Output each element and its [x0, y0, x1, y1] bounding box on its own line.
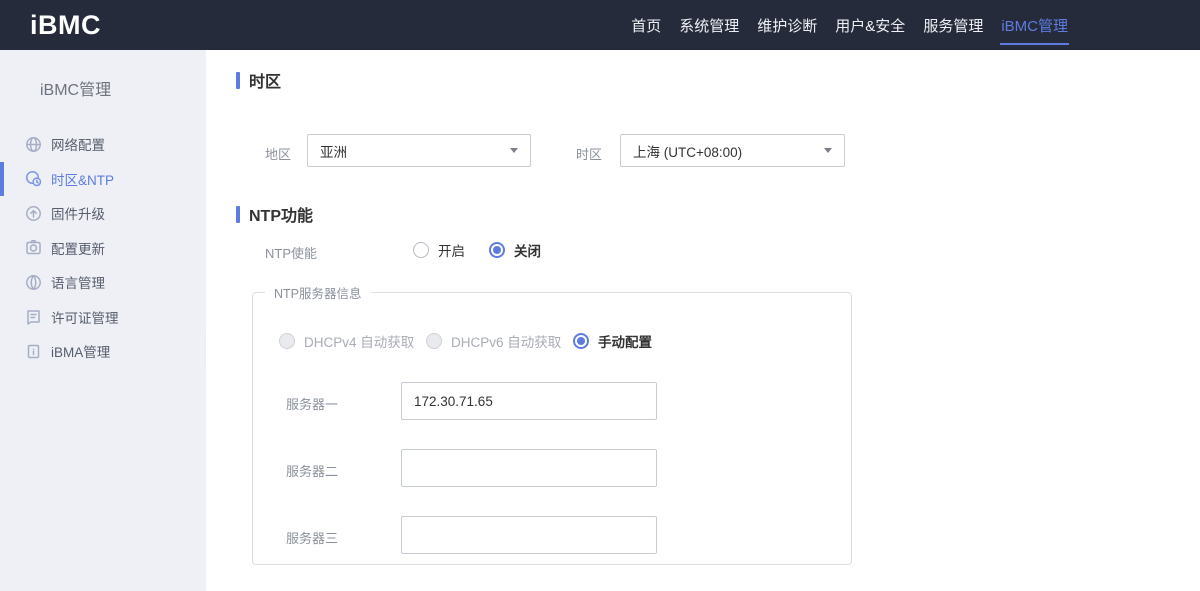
language-icon — [25, 274, 42, 291]
sidebar-item-label: iBMA管理 — [51, 345, 111, 361]
config-update-icon — [25, 239, 42, 256]
firmware-upgrade-icon — [25, 205, 42, 222]
license-icon — [25, 308, 42, 325]
sidebar-item-language[interactable]: 语言管理 — [0, 265, 206, 300]
sidebar-item-label: 语言管理 — [51, 276, 105, 292]
sidebar-item-label: 固件升级 — [51, 207, 105, 223]
sidebar-item-timezone-ntp[interactable]: 时区&NTP — [0, 161, 206, 197]
ntp-mode-manual-radio[interactable]: 手动配置 — [573, 331, 652, 351]
nav-item-maintenance[interactable]: 维护诊断 — [756, 0, 818, 50]
ntp-server-group: NTP服务器信息 DHCPv4 自动获取 DHCPv6 自动获取 手动配置 服务… — [252, 283, 852, 565]
app-logo: iBMC — [30, 9, 101, 40]
app-header: iBMC 首页 系统管理 维护诊断 用户&安全 服务管理 iBMC管理 — [0, 0, 1200, 50]
nav-item-ibmc-active[interactable]: iBMC管理 — [1000, 0, 1069, 50]
server-3-label: 服务器三 — [286, 531, 339, 546]
ntp-section-title: NTP功能 — [236, 202, 313, 226]
sidebar-menu: 网络配置 时区&NTP 固件升级 配置更新 语言管理 许可证管理 iBMA管理 — [0, 127, 206, 369]
sidebar-item-firmware-upgrade[interactable]: 固件升级 — [0, 196, 206, 231]
nav-item-services[interactable]: 服务管理 — [922, 0, 984, 50]
sidebar-item-label: 网络配置 — [51, 138, 105, 154]
ntp-server-group-legend: NTP服务器信息 — [274, 287, 362, 301]
title-accent-bar — [236, 205, 240, 223]
ntp-enable-off-radio[interactable]: 关闭 — [489, 240, 541, 260]
timezone-label: 时区 — [576, 147, 603, 162]
ntp-mode-dhcpv6-radio: DHCPv6 自动获取 — [426, 331, 561, 351]
ntp-enable-label: NTP使能 — [265, 246, 318, 261]
title-accent-bar — [236, 71, 240, 89]
sidebar-item-config-update[interactable]: 配置更新 — [0, 231, 206, 266]
nav-item-user-security[interactable]: 用户&安全 — [834, 0, 906, 50]
sidebar-item-label: 时区&NTP — [51, 172, 115, 188]
server-1-input[interactable] — [401, 382, 657, 420]
server-2-input[interactable] — [401, 449, 657, 487]
server-2-label: 服务器二 — [286, 464, 339, 479]
radio-on-icon — [573, 333, 589, 349]
sidebar: iBMC管理 网络配置 时区&NTP 固件升级 配置更新 语言管理 许可证管理 … — [0, 50, 206, 591]
sidebar-item-ibma[interactable]: iBMA管理 — [0, 334, 206, 369]
region-select[interactable]: 亚洲 — [307, 134, 531, 167]
radio-off-icon — [413, 242, 429, 258]
radio-on-icon — [489, 242, 505, 258]
region-select-value: 亚洲 — [320, 144, 347, 160]
network-icon — [25, 136, 42, 153]
timezone-select[interactable]: 上海 (UTC+08:00) — [620, 134, 845, 167]
ibma-icon — [25, 343, 42, 360]
server-3-input[interactable] — [401, 516, 657, 554]
server-1-label: 服务器一 — [286, 397, 339, 412]
radio-disabled-icon — [279, 333, 295, 349]
region-label: 地区 — [265, 147, 292, 162]
timezone-select-value: 上海 (UTC+08:00) — [633, 144, 743, 160]
sidebar-title: iBMC管理 — [40, 82, 112, 99]
sidebar-item-label: 配置更新 — [51, 241, 105, 257]
sidebar-item-label: 许可证管理 — [51, 310, 119, 326]
sidebar-item-network[interactable]: 网络配置 — [0, 127, 206, 162]
chevron-down-icon — [510, 148, 518, 153]
top-nav: 首页 系统管理 维护诊断 用户&安全 服务管理 iBMC管理 — [630, 0, 1069, 50]
timezone-section-title: 时区 — [236, 68, 281, 92]
chevron-down-icon — [824, 148, 832, 153]
ntp-mode-dhcpv4-radio: DHCPv4 自动获取 — [279, 331, 414, 351]
sidebar-item-license[interactable]: 许可证管理 — [0, 300, 206, 335]
ntp-enable-on-radio[interactable]: 开启 — [413, 240, 465, 260]
radio-disabled-icon — [426, 333, 442, 349]
timezone-ntp-icon — [25, 170, 42, 187]
nav-item-system[interactable]: 系统管理 — [678, 0, 740, 50]
nav-item-home[interactable]: 首页 — [630, 0, 662, 50]
main-content: 时区 地区 亚洲 时区 上海 (UTC+08:00) NTP功能 NTP使能 开… — [206, 50, 1200, 591]
